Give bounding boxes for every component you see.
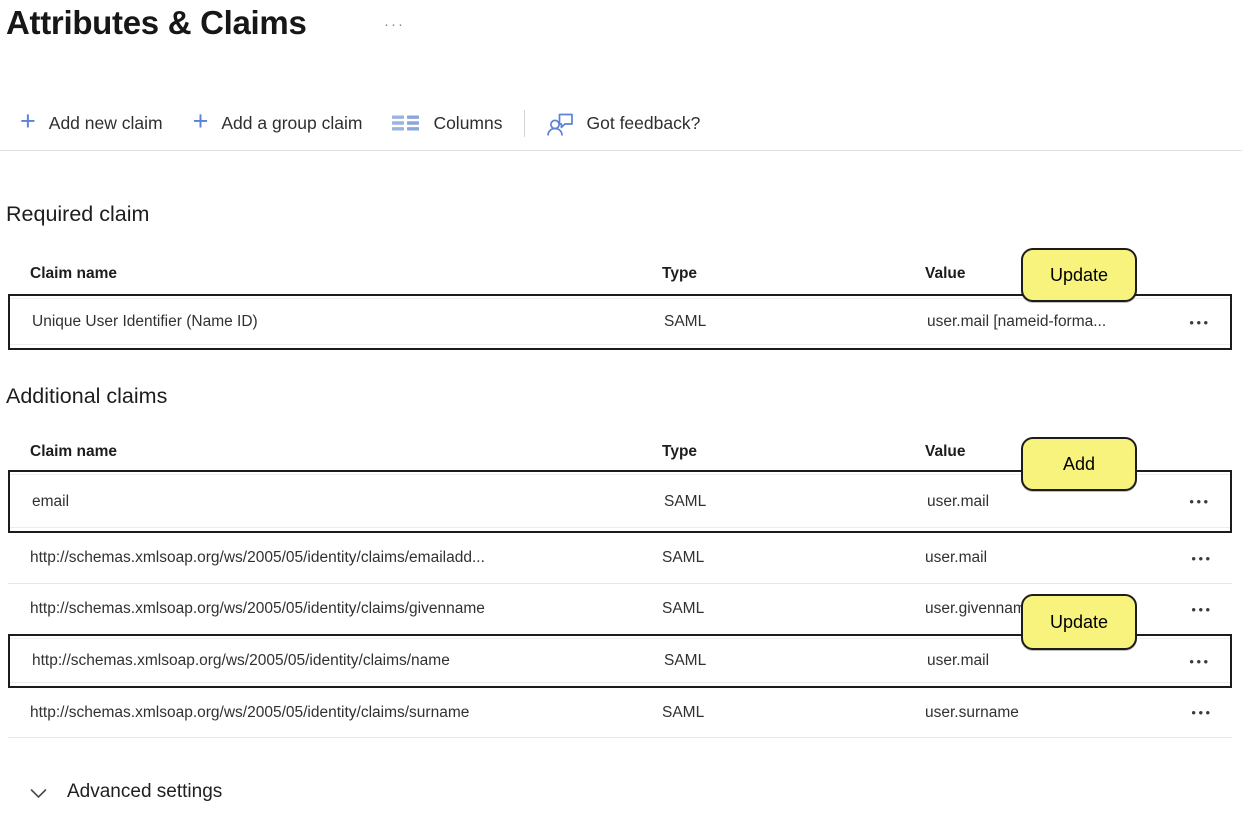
column-header-type: Type (662, 443, 698, 460)
annotation-update-required-claim: Update (1021, 248, 1137, 302)
add-group-claim-button[interactable]: + Add a group claim (192, 105, 363, 137)
claim-type-cell: SAML (662, 549, 705, 566)
page-title: Attributes & Claims (6, 4, 307, 41)
claim-type-cell: SAML (662, 703, 705, 721)
add-group-claim-label: Add a group claim (221, 112, 363, 133)
claim-value-cell: user.mail (927, 492, 990, 510)
toolbar-divider (523, 109, 525, 137)
columns-label: Columns (433, 112, 503, 133)
got-feedback-label: Got feedback? (586, 112, 701, 133)
claim-name-cell: Unique User Identifier (Name ID) (32, 313, 258, 330)
claim-value-cell: user.mail (925, 549, 988, 566)
row-context-menu-button[interactable]: ••• (1168, 654, 1230, 669)
claim-value-cell: user.surname (925, 703, 1019, 721)
row-context-menu-button[interactable]: ••• (1170, 602, 1232, 617)
additional-claims-heading: Additional claims (6, 384, 168, 408)
table-row-emailaddress[interactable]: http://schemas.xmlsoap.org/ws/2005/05/id… (8, 533, 1232, 584)
column-header-claim-name: Claim name (30, 443, 118, 460)
advanced-settings-toggle[interactable]: Advanced settings (30, 781, 222, 803)
claim-name-cell: email (32, 492, 70, 510)
plus-icon: + (192, 105, 209, 136)
chevron-down-icon (30, 788, 47, 799)
columns-button[interactable]: Columns (392, 112, 503, 134)
advanced-settings-label: Advanced settings (67, 781, 223, 802)
got-feedback-button[interactable]: Got feedback? (546, 110, 701, 137)
add-new-claim-label: Add new claim (48, 112, 163, 133)
claim-value-cell: user.mail [nameid-forma... (927, 313, 1107, 330)
toolbar-rule (0, 150, 1242, 151)
feedback-icon (546, 110, 574, 137)
row-context-menu-button[interactable]: ••• (1168, 494, 1230, 509)
annotation-update-name-claim: Update (1021, 594, 1137, 650)
column-header-claim-name: Claim name (30, 265, 118, 282)
claim-type-cell: SAML (664, 652, 707, 669)
claim-name-cell: http://schemas.xmlsoap.org/ws/2005/05/id… (32, 652, 450, 669)
title-more-menu[interactable]: ··· (384, 16, 405, 33)
add-new-claim-button[interactable]: + Add new claim (20, 105, 163, 137)
claim-name-cell: http://schemas.xmlsoap.org/ws/2005/05/id… (30, 600, 485, 617)
annotation-add-email-claim: Add (1021, 437, 1137, 491)
required-claim-heading: Required claim (6, 202, 150, 226)
plus-icon: + (20, 105, 36, 136)
claim-type-cell: SAML (664, 313, 707, 330)
attributes-claims-page: Attributes & Claims ··· + Add new claim … (0, 0, 1242, 816)
row-context-menu-button[interactable]: ••• (1170, 551, 1232, 566)
table-row-unique-user-identifier[interactable]: Unique User Identifier (Name ID) SAML us… (8, 294, 1232, 350)
column-header-type: Type (662, 265, 698, 282)
row-context-menu-button[interactable]: ••• (1170, 705, 1232, 720)
table-row-surname[interactable]: http://schemas.xmlsoap.org/ws/2005/05/id… (8, 688, 1232, 738)
claim-type-cell: SAML (664, 492, 707, 510)
claim-name-cell: http://schemas.xmlsoap.org/ws/2005/05/id… (30, 549, 485, 566)
claim-value-cell: user.mail (927, 652, 990, 669)
columns-icon (392, 114, 420, 132)
claim-name-cell: http://schemas.xmlsoap.org/ws/2005/05/id… (30, 703, 470, 721)
command-bar: + Add new claim + Add a group claim Colu… (20, 104, 700, 142)
row-context-menu-button[interactable]: ••• (1168, 315, 1230, 330)
claim-type-cell: SAML (662, 600, 705, 617)
